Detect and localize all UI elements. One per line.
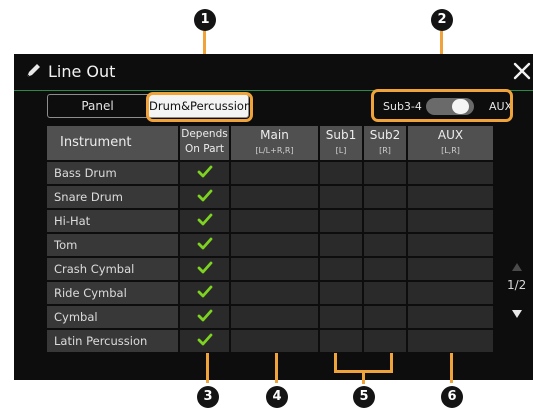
callout-5: 5 xyxy=(353,386,375,408)
callout-2: 2 xyxy=(431,9,453,31)
header-depends-line1: Depends xyxy=(181,128,228,140)
checkmark-icon xyxy=(197,333,212,346)
aux-output-cell[interactable] xyxy=(408,258,493,280)
main-output-cell[interactable] xyxy=(231,210,318,232)
main-output-cell[interactable] xyxy=(231,306,318,328)
sub1-output-cell[interactable] xyxy=(320,258,362,280)
sub1-output-cell[interactable] xyxy=(320,306,362,328)
page-up-icon xyxy=(512,263,522,271)
depends-on-part-checkbox[interactable] xyxy=(180,306,229,328)
callout-6-line xyxy=(450,353,453,383)
checkmark-icon xyxy=(197,213,212,226)
instrument-cell: Crash Cymbal xyxy=(47,258,178,280)
instrument-cell: Hi-Hat xyxy=(47,210,178,232)
header-sub1-label: Sub1 xyxy=(325,128,357,142)
callout-5-bracket-left xyxy=(334,353,337,370)
page-down-icon[interactable] xyxy=(512,310,522,318)
sub1-output-cell[interactable] xyxy=(320,234,362,256)
callout-1: 1 xyxy=(194,9,216,31)
aux-output-cell[interactable] xyxy=(408,234,493,256)
callout-6: 6 xyxy=(441,386,463,408)
depends-on-part-checkbox[interactable] xyxy=(180,186,229,208)
header-sub2-label: Sub2 xyxy=(369,128,401,142)
sub2-output-cell[interactable] xyxy=(364,330,406,352)
instrument-cell: Tom xyxy=(47,234,178,256)
aux-output-cell[interactable] xyxy=(408,330,493,352)
header-depends-on-part: Depends On Part xyxy=(180,126,229,160)
sub1-output-cell[interactable] xyxy=(320,162,362,184)
sub1-output-cell[interactable] xyxy=(320,330,362,352)
checkmark-icon xyxy=(197,285,212,298)
page-indicator: 1/2 xyxy=(507,278,527,292)
main-output-cell[interactable] xyxy=(231,234,318,256)
header-depends-line2: On Part xyxy=(185,143,224,155)
title-bar: Line Out xyxy=(14,54,533,91)
sub2-output-cell[interactable] xyxy=(364,258,406,280)
callout-2-highlight xyxy=(371,89,513,122)
sub2-output-cell[interactable] xyxy=(364,306,406,328)
callout-5-line xyxy=(362,372,365,384)
depends-on-part-checkbox[interactable] xyxy=(180,258,229,280)
main-output-cell[interactable] xyxy=(231,162,318,184)
instrument-cell: Cymbal xyxy=(47,306,178,328)
checkmark-icon xyxy=(197,165,212,178)
main-output-cell[interactable] xyxy=(231,330,318,352)
header-aux-channels: [L,R] xyxy=(441,146,460,155)
header-instrument: Instrument xyxy=(47,126,178,160)
main-output-cell[interactable] xyxy=(231,186,318,208)
header-instrument-label: Instrument xyxy=(60,135,132,150)
callout-1-highlight xyxy=(146,92,253,122)
header-aux: AUX [L,R] xyxy=(408,126,493,160)
instrument-cell: Latin Percussion xyxy=(47,330,178,352)
header-sub1-channels: [L] xyxy=(335,146,347,155)
sub1-output-cell[interactable] xyxy=(320,186,362,208)
instrument-cell: Snare Drum xyxy=(47,186,178,208)
header-main: Main [L/L+R,R] xyxy=(231,126,318,160)
sub1-output-cell[interactable] xyxy=(320,210,362,232)
main-output-cell[interactable] xyxy=(231,258,318,280)
checkmark-icon xyxy=(197,237,212,250)
depends-on-part-checkbox[interactable] xyxy=(180,282,229,304)
window-title: Line Out xyxy=(48,62,116,81)
depends-on-part-checkbox[interactable] xyxy=(180,162,229,184)
header-sub1: Sub1 [L] xyxy=(320,126,362,160)
header-sub2-channels: [R] xyxy=(379,146,391,155)
aux-output-cell[interactable] xyxy=(408,162,493,184)
depends-on-part-checkbox[interactable] xyxy=(180,330,229,352)
checkmark-icon xyxy=(197,189,212,202)
sub1-output-cell[interactable] xyxy=(320,282,362,304)
pen-icon xyxy=(26,64,40,78)
callout-5-bracket-right xyxy=(390,353,393,370)
main-output-cell[interactable] xyxy=(231,282,318,304)
checkmark-icon xyxy=(197,261,212,274)
aux-output-cell[interactable] xyxy=(408,306,493,328)
callout-3-line xyxy=(206,353,209,383)
sub2-output-cell[interactable] xyxy=(364,282,406,304)
tab-panel[interactable]: Panel xyxy=(47,94,148,118)
instrument-cell: Ride Cymbal xyxy=(47,282,178,304)
depends-on-part-checkbox[interactable] xyxy=(180,210,229,232)
sub2-output-cell[interactable] xyxy=(364,162,406,184)
sub2-output-cell[interactable] xyxy=(364,234,406,256)
depends-on-part-checkbox[interactable] xyxy=(180,234,229,256)
header-main-channels: [L/L+R,R] xyxy=(255,146,294,155)
checkmark-icon xyxy=(197,309,212,322)
header-aux-label: AUX xyxy=(437,128,464,142)
callout-4-line xyxy=(275,353,278,383)
aux-output-cell[interactable] xyxy=(408,210,493,232)
sub2-output-cell[interactable] xyxy=(364,186,406,208)
instrument-cell: Bass Drum xyxy=(47,162,178,184)
callout-3: 3 xyxy=(197,386,219,408)
aux-output-cell[interactable] xyxy=(408,282,493,304)
callout-4: 4 xyxy=(266,386,288,408)
header-main-label: Main xyxy=(260,128,289,142)
header-sub2: Sub2 [R] xyxy=(364,126,406,160)
sub2-output-cell[interactable] xyxy=(364,210,406,232)
close-icon[interactable] xyxy=(512,61,532,81)
aux-output-cell[interactable] xyxy=(408,186,493,208)
